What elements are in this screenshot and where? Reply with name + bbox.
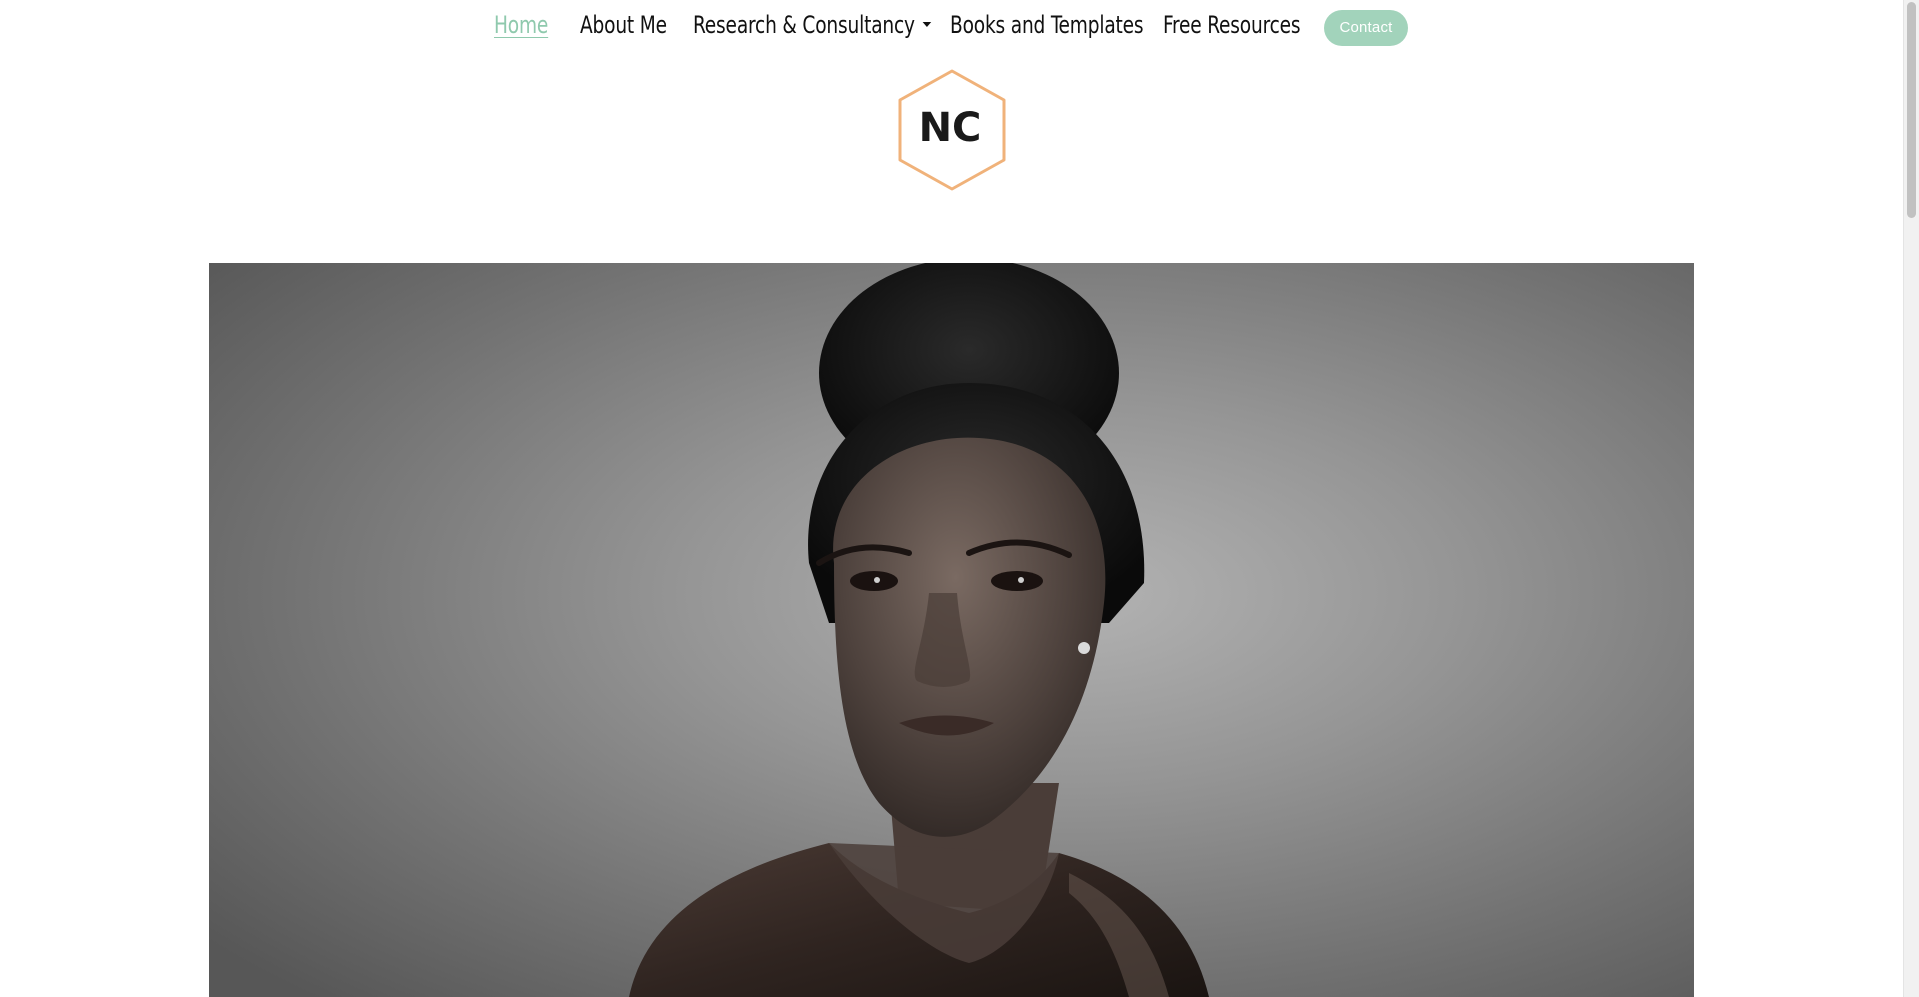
logo-text: NC (919, 105, 982, 151)
chevron-down-icon (922, 21, 932, 27)
portrait-photo-icon (209, 263, 1694, 997)
scrollbar-thumb[interactable] (1907, 2, 1916, 218)
nav-item-free-resources[interactable]: Free Resources (1163, 8, 1301, 42)
nav-item-books-templates[interactable]: Books and Templates (950, 8, 1144, 42)
page: Home About Me Research & Consultancy Boo… (0, 0, 1919, 997)
nav-item-research-consultancy[interactable]: Research & Consultancy (693, 8, 932, 42)
top-navigation: Home About Me Research & Consultancy Boo… (0, 0, 1904, 52)
hero-portrait-photo (209, 263, 1694, 997)
hexagon-logo-icon: NC (898, 69, 1006, 191)
contact-button[interactable]: Contact (1324, 10, 1408, 46)
nav-item-about-me[interactable]: About Me (580, 8, 667, 42)
nav-item-research-consultancy-label: Research & Consultancy (693, 11, 915, 39)
nav-item-home[interactable]: Home (494, 8, 548, 42)
site-logo[interactable]: NC (896, 68, 1008, 192)
vertical-scrollbar[interactable] (1903, 0, 1919, 997)
